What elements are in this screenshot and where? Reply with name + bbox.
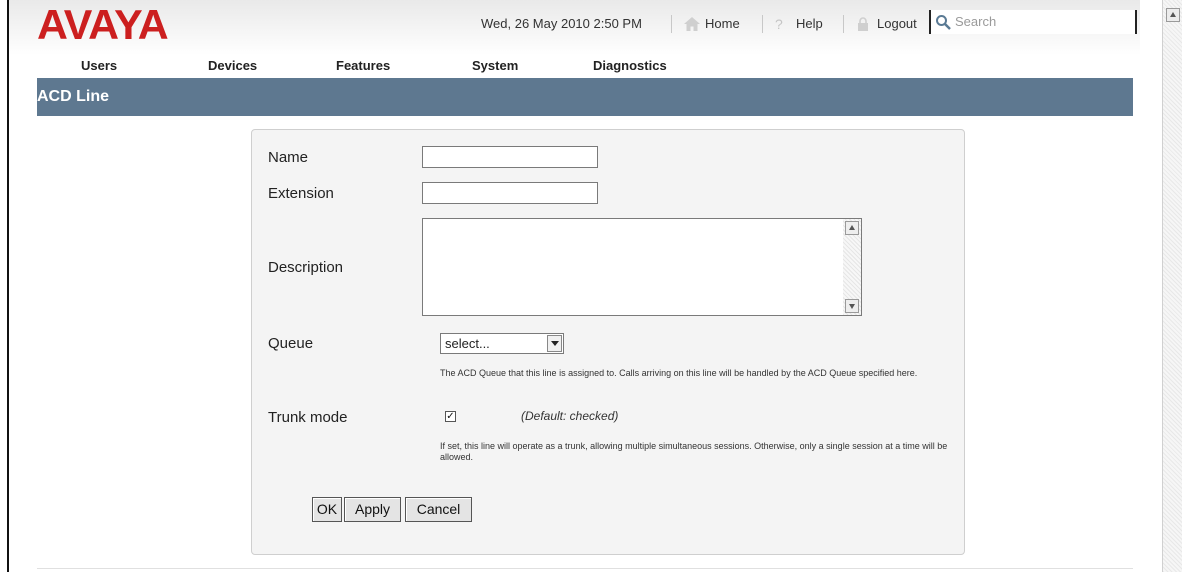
textarea-scrollbar[interactable] [843,219,861,315]
queue-selected-value: select... [445,336,490,351]
name-field[interactable] [422,146,598,168]
queue-label: Queue [268,335,314,352]
textarea-scroll-up[interactable] [845,221,859,235]
cancel-button[interactable]: Cancel [405,497,472,522]
divider [843,15,844,33]
chevron-down-icon[interactable] [547,335,562,352]
help-link[interactable]: Help [796,13,823,35]
footer-divider [37,568,1133,569]
nav-features[interactable]: Features [336,58,390,78]
divider [671,15,672,33]
divider [762,15,763,33]
queue-help-text: The ACD Queue that this line is assigned… [440,368,918,378]
name-label: Name [268,149,309,166]
trunk-help-text: If set, this line will operate as a trun… [440,441,948,462]
scroll-up-button[interactable] [1166,8,1180,22]
description-textarea[interactable] [422,218,862,316]
datetime-display: Wed, 26 May 2010 2:50 PM [481,16,642,31]
nav-diagnostics[interactable]: Diagnostics [593,58,667,78]
queue-select[interactable]: select... [440,333,564,354]
textarea-scroll-down[interactable] [845,299,859,313]
search-input[interactable]: Search [929,10,1137,34]
lock-icon[interactable] [857,17,869,31]
home-icon[interactable] [684,17,700,31]
help-icon[interactable]: ? [775,13,783,35]
nav-system[interactable]: System [472,58,518,78]
window-left-border [7,0,9,572]
home-link[interactable]: Home [705,13,740,35]
window-scrollbar[interactable] [1162,0,1182,572]
trunk-mode-label: Trunk mode [268,409,348,426]
trunk-default-note: (Default: checked) [521,409,619,423]
extension-label: Extension [268,185,334,202]
nav-devices[interactable]: Devices [208,58,257,78]
search-placeholder: Search [955,14,997,29]
description-label: Description [268,259,344,276]
extension-field[interactable] [422,182,598,204]
page-title: ACD Line [37,88,109,105]
logout-link[interactable]: Logout [877,13,917,35]
apply-button[interactable]: Apply [344,497,401,522]
nav-users[interactable]: Users [81,58,117,78]
page-title-bar: ACD Line [37,78,1133,116]
trunk-mode-checkbox[interactable]: ✓ [445,411,456,422]
form-panel [251,129,965,555]
ok-button[interactable]: OK [312,497,342,522]
search-icon [936,15,951,30]
